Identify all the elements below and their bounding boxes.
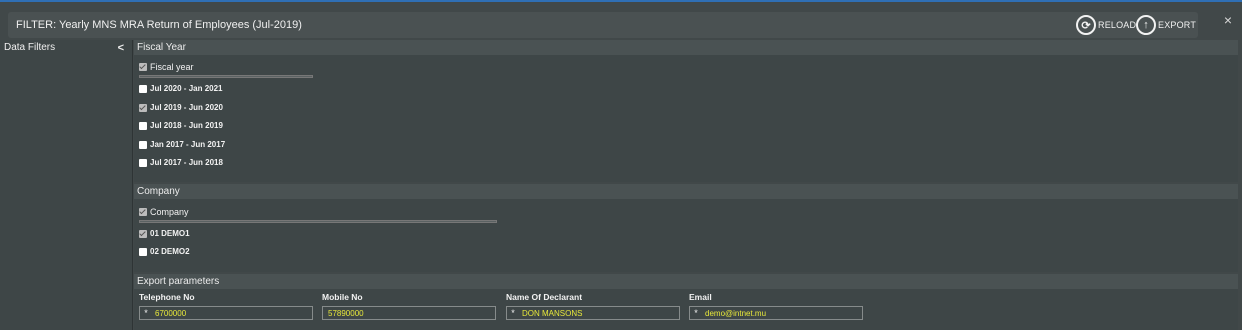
email-label: Email — [689, 292, 712, 302]
list-item-fiscal-year[interactable]: Jul 2018 - Jun 2019 — [139, 121, 223, 130]
export-parameters-form: Telephone No * 6700000 Mobile No 5789000… — [134, 289, 1238, 330]
email-field[interactable]: * demo@intnet.mu — [689, 306, 863, 320]
checkbox[interactable] — [139, 140, 147, 149]
fiscal-year-header-label: Fiscal year — [150, 62, 194, 72]
company-list: Company 01 DEMO1 02 DEMO2 — [134, 199, 1238, 272]
required-marker: * — [511, 308, 515, 318]
list-item-fiscal-year[interactable]: Jul 2019 - Jun 2020 — [139, 103, 223, 112]
upload-icon: ↑ — [1136, 15, 1156, 35]
list-item-label: Jul 2019 - Jun 2020 — [150, 103, 223, 112]
sidebar-header: Data Filters < — [0, 40, 132, 56]
close-icon[interactable]: × — [1224, 12, 1232, 28]
reload-button[interactable]: ⟳ RELOAD — [1076, 14, 1136, 36]
checkbox[interactable] — [139, 103, 147, 112]
list-item-fiscal-year[interactable]: Jul 2020 - Jan 2021 — [139, 84, 223, 93]
checkbox[interactable] — [139, 158, 147, 167]
telephone-label: Telephone No — [139, 292, 195, 302]
list-item-fiscal-year[interactable]: Jul 2017 - Jun 2018 — [139, 158, 223, 167]
mobile-label: Mobile No — [322, 292, 363, 302]
list-item-label: Jan 2017 - Jun 2017 — [150, 140, 226, 149]
list-item-fiscal-year[interactable]: Jan 2017 - Jun 2017 — [139, 140, 225, 149]
declarant-field[interactable]: * DON MANSONS — [506, 306, 680, 320]
company-header-label: Company — [150, 207, 189, 217]
declarant-label: Name Of Declarant — [506, 292, 583, 302]
list-item-company[interactable]: 02 DEMO2 — [139, 247, 190, 256]
checkbox[interactable] — [139, 121, 147, 130]
company-scrollbar[interactable] — [139, 220, 497, 223]
checkbox[interactable] — [139, 208, 147, 216]
mobile-value: 57890000 — [328, 308, 364, 318]
checkbox[interactable] — [139, 229, 147, 238]
list-item-label: Jul 2017 - Jun 2018 — [150, 158, 223, 167]
main-panel: Fiscal Year Fiscal year Jul 2020 - Jan 2… — [134, 40, 1238, 330]
checkbox[interactable] — [139, 63, 147, 71]
required-marker: * — [144, 308, 148, 318]
export-button[interactable]: ↑ EXPORT — [1136, 14, 1196, 36]
list-item-label: Jul 2018 - Jun 2019 — [150, 121, 223, 130]
reload-label: RELOAD — [1098, 20, 1137, 30]
reload-icon: ⟳ — [1076, 15, 1096, 35]
list-item-label: Jul 2020 - Jan 2021 — [150, 84, 223, 93]
list-item-label: 01 DEMO1 — [150, 229, 190, 238]
section-header-fiscal-year: Fiscal Year — [134, 40, 1238, 55]
required-marker: * — [694, 308, 698, 318]
section-header-export-parameters: Export parameters — [134, 274, 1238, 289]
telephone-value: 6700000 — [155, 308, 187, 318]
checkbox[interactable] — [139, 84, 147, 93]
email-value: demo@intnet.mu — [705, 308, 767, 318]
filter-dialog: FILTER: Yearly MNS MRA Return of Employe… — [0, 0, 1242, 330]
list-item-company[interactable]: 01 DEMO1 — [139, 229, 190, 238]
list-item-label: 02 DEMO2 — [150, 247, 190, 256]
declarant-value: DON MANSONS — [522, 308, 583, 318]
chevron-left-icon[interactable]: < — [118, 40, 124, 56]
fiscal-year-list: Fiscal year Jul 2020 - Jan 2021 Jul 2019… — [134, 55, 1238, 182]
sidebar: Data Filters < — [0, 40, 133, 330]
export-label: EXPORT — [1158, 20, 1197, 30]
section-header-company: Company — [134, 184, 1238, 199]
company-select-all[interactable]: Company — [139, 207, 189, 217]
fiscal-year-scrollbar[interactable] — [139, 75, 313, 78]
fiscal-year-select-all[interactable]: Fiscal year — [139, 62, 194, 72]
dialog-title: FILTER: Yearly MNS MRA Return of Employe… — [16, 19, 302, 31]
sidebar-title: Data Filters — [4, 42, 56, 53]
title-bar: FILTER: Yearly MNS MRA Return of Employe… — [8, 12, 1198, 38]
mobile-field[interactable]: 57890000 — [322, 306, 496, 320]
telephone-field[interactable]: * 6700000 — [139, 306, 313, 320]
checkbox[interactable] — [139, 247, 147, 256]
